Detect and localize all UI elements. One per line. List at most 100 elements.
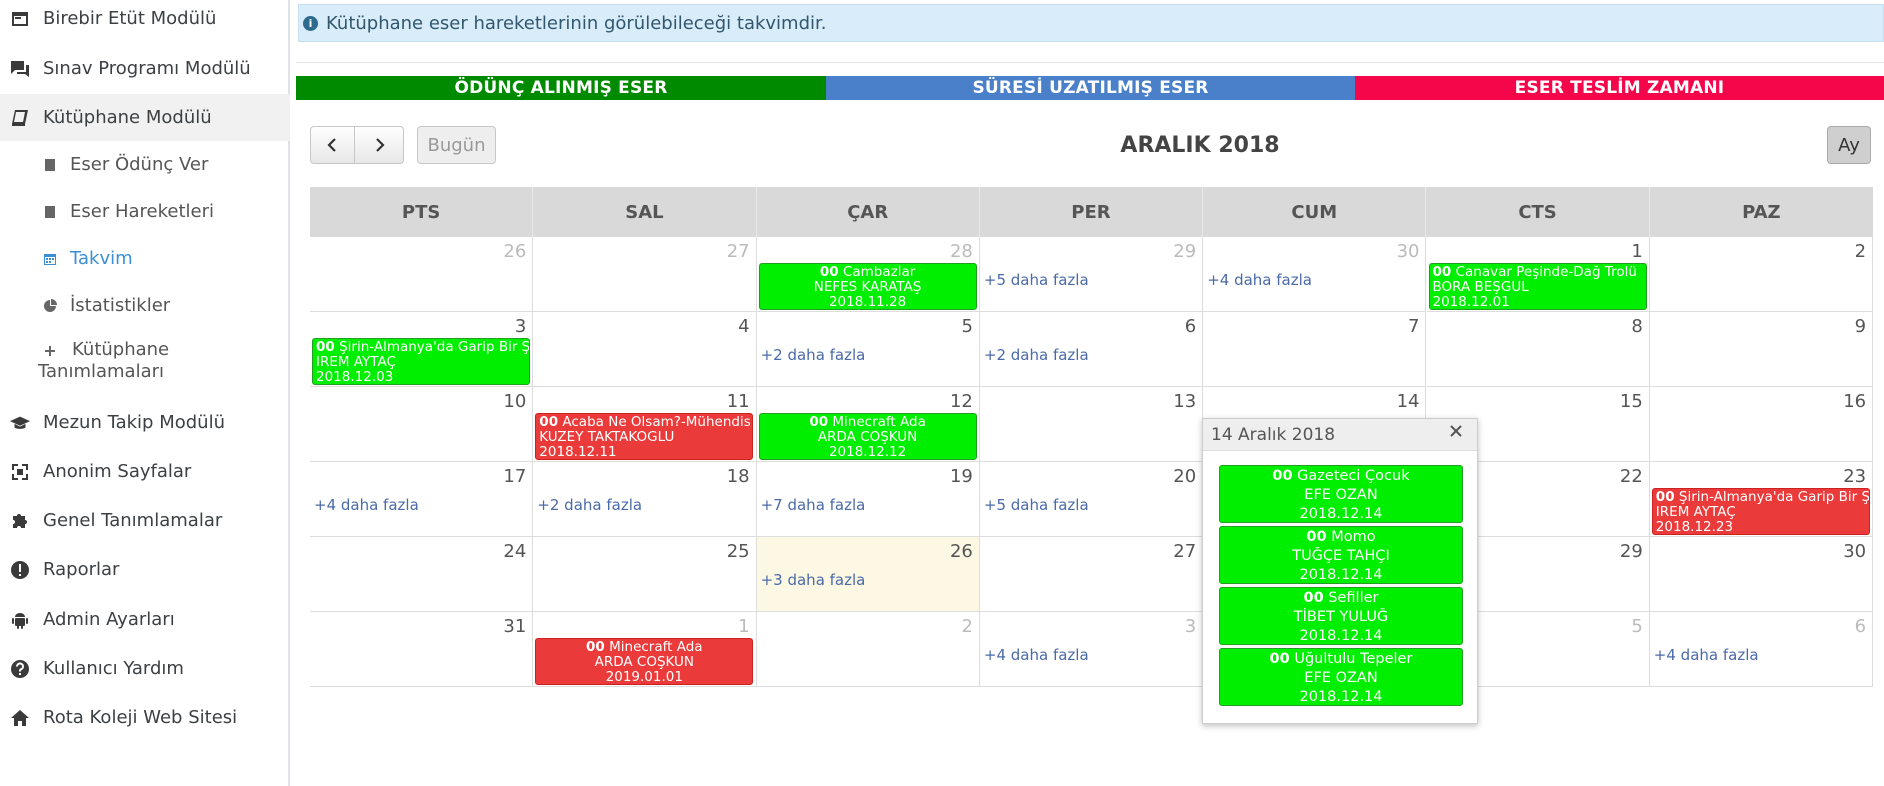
day-cell[interactable]: 8 <box>1426 312 1650 387</box>
day-cell[interactable]: 29 +5 daha fazla <box>979 237 1204 312</box>
day-number[interactable]: 29 <box>1620 541 1643 562</box>
day-number[interactable]: 4 <box>738 316 749 337</box>
day-cell[interactable]: 24 <box>310 537 534 612</box>
more-events-link[interactable]: +5 daha fazla <box>984 271 1089 289</box>
day-number[interactable]: 28 <box>950 241 973 262</box>
nav-kutuphane-tanimlamalari[interactable]: Kütüphane Tanımlamaları <box>0 339 290 395</box>
nav-kullanici-yardim[interactable]: Kullanıcı Yardım <box>0 645 290 692</box>
day-number[interactable]: 29 <box>1173 241 1196 262</box>
day-cell[interactable]: 26 +3 daha fazla <box>756 537 980 612</box>
day-number[interactable]: 24 <box>503 541 526 562</box>
more-events-link[interactable]: +4 daha fazla <box>314 496 419 514</box>
calendar-event[interactable]: 00 Canavar Peşinde-Dağ Trolü BORA BEŞGÜL 2… <box>1428 263 1647 310</box>
day-number[interactable]: 9 <box>1855 316 1866 337</box>
day-number[interactable]: 17 <box>503 466 526 487</box>
day-cell[interactable]: 3 +4 daha fazla <box>979 612 1204 687</box>
day-cell[interactable]: 23 00 Şirin-Almanya'da Garip Bir Şey İREM … <box>1649 462 1874 537</box>
day-cell[interactable]: 30 +4 daha fazla <box>1203 237 1427 312</box>
day-number[interactable]: 18 <box>727 466 750 487</box>
day-number[interactable]: 3 <box>1185 616 1196 637</box>
nav-istatistikler[interactable]: İstatistikler <box>0 282 290 329</box>
day-cell[interactable]: 20 +5 daha fazla <box>979 462 1204 537</box>
day-number[interactable]: 19 <box>950 466 973 487</box>
nav-eser-hareketleri[interactable]: Eser Hareketleri <box>0 188 290 235</box>
day-cell[interactable]: 10 <box>310 387 534 462</box>
nav-web-sitesi[interactable]: Rota Koleji Web Sitesi <box>0 694 290 741</box>
nav-anonim-sayfalar[interactable]: Anonim Sayfalar <box>0 448 290 495</box>
more-events-link[interactable]: +3 daha fazla <box>761 571 866 589</box>
day-number[interactable]: 15 <box>1620 391 1643 412</box>
nav-raporlar[interactable]: Raporlar <box>0 546 290 593</box>
day-number[interactable]: 30 <box>1843 541 1866 562</box>
day-cell[interactable]: 18 +2 daha fazla <box>533 462 757 537</box>
calendar-event[interactable]: 00 Cambazlar NEFES KARATAŞ 2018.11.28 <box>758 263 977 310</box>
day-number[interactable]: 6 <box>1855 616 1866 637</box>
calendar-event[interactable]: 00 Momo TUĞÇE TAHÇI 2018.12.14 <box>1219 526 1463 584</box>
day-number[interactable]: 16 <box>1843 391 1866 412</box>
day-number[interactable]: 5 <box>961 316 972 337</box>
day-number[interactable]: 8 <box>1631 316 1642 337</box>
day-number[interactable]: 1 <box>738 616 749 637</box>
nav-birebir-etut[interactable]: Birebir Etüt Modülü <box>0 0 290 42</box>
calendar-event[interactable]: 00 Acaba Ne Olsam?-Mühendis KUZEY TAKTAKO… <box>535 413 754 460</box>
day-cell[interactable]: 9 <box>1649 312 1874 387</box>
more-events-link[interactable]: +4 daha fazla <box>984 646 1089 664</box>
day-cell[interactable]: 25 <box>533 537 757 612</box>
day-number[interactable]: 3 <box>515 316 526 337</box>
day-number[interactable]: 25 <box>727 541 750 562</box>
day-cell[interactable]: 6 +2 daha fazla <box>979 312 1204 387</box>
day-number[interactable]: 2 <box>1855 241 1866 262</box>
day-cell[interactable]: 4 <box>533 312 757 387</box>
day-cell[interactable]: 27 <box>979 537 1204 612</box>
day-number[interactable]: 26 <box>503 241 526 262</box>
calendar-event[interactable]: 00 Şirin-Almanya'da Garip Bir Şey İREM AY… <box>312 338 530 385</box>
calendar-event[interactable]: 00 Gazeteci Çocuk EFE OZAN 2018.12.14 <box>1219 465 1463 523</box>
day-number[interactable]: 30 <box>1397 241 1420 262</box>
day-number[interactable]: 2 <box>961 616 972 637</box>
more-events-link[interactable]: +2 daha fazla <box>761 346 866 364</box>
day-cell[interactable]: 17 +4 daha fazla <box>310 462 534 537</box>
today-button[interactable]: Bugün <box>417 126 496 164</box>
day-cell[interactable]: 27 <box>533 237 757 312</box>
more-events-link[interactable]: +5 daha fazla <box>984 496 1089 514</box>
day-number[interactable]: 10 <box>503 391 526 412</box>
day-number[interactable]: 20 <box>1173 466 1196 487</box>
popover-close-button[interactable] <box>1449 423 1469 445</box>
day-number[interactable]: 26 <box>950 541 973 562</box>
day-cell[interactable]: 1 00 Minecraft Ada ARDA COŞKUN 2019.01.01 <box>533 612 757 687</box>
day-number[interactable]: 27 <box>1173 541 1196 562</box>
nav-takvim[interactable]: Takvim <box>0 235 290 282</box>
calendar-event[interactable]: 00 Sefiller TİBET YULUĞ 2018.12.14 <box>1219 587 1463 645</box>
nav-eser-odunc-ver[interactable]: Eser Ödünç Ver <box>0 141 290 188</box>
calendar-event[interactable]: 00 Minecraft Ada ARDA COŞKUN 2018.12.12 <box>758 413 977 460</box>
day-number[interactable]: 27 <box>727 241 750 262</box>
day-cell[interactable]: 28 00 Cambazlar NEFES KARATAŞ 2018.11.28 <box>756 237 980 312</box>
day-cell[interactable]: 2 <box>756 612 980 687</box>
more-events-link[interactable]: +2 daha fazla <box>984 346 1089 364</box>
day-cell[interactable]: 16 <box>1649 387 1874 462</box>
more-events-link[interactable]: +7 daha fazla <box>761 496 866 514</box>
calendar-event[interactable]: 00 Minecraft Ada ARDA COŞKUN 2019.01.01 <box>535 638 754 685</box>
nav-mezun-takip[interactable]: Mezun Takip Modülü <box>0 399 290 446</box>
day-number[interactable]: 22 <box>1620 466 1643 487</box>
day-cell[interactable]: 2 <box>1649 237 1874 312</box>
day-cell[interactable]: 31 <box>310 612 534 687</box>
day-number[interactable]: 13 <box>1173 391 1196 412</box>
day-cell[interactable]: 30 <box>1649 537 1874 612</box>
day-number[interactable]: 1 <box>1631 241 1642 262</box>
nav-genel-tanimlamalar[interactable]: Genel Tanımlamalar <box>0 497 290 544</box>
day-cell[interactable]: 5 +2 daha fazla <box>756 312 980 387</box>
calendar-event[interactable]: 00 Uğultulu Tepeler EFE OZAN 2018.12.14 <box>1219 648 1463 706</box>
more-events-link[interactable]: +4 daha fazla <box>1654 646 1759 664</box>
day-cell[interactable]: 1 00 Canavar Peşinde-Dağ Trolü BORA BEŞGÜL… <box>1426 237 1650 312</box>
prev-button[interactable] <box>310 126 355 164</box>
day-number[interactable]: 11 <box>727 391 750 412</box>
day-number[interactable]: 14 <box>1397 391 1420 412</box>
day-cell[interactable]: 13 <box>979 387 1204 462</box>
day-cell[interactable]: 26 <box>310 237 534 312</box>
day-number[interactable]: 23 <box>1843 466 1866 487</box>
month-view-button[interactable]: Ay <box>1827 126 1871 164</box>
more-events-link[interactable]: +2 daha fazla <box>537 496 642 514</box>
day-number[interactable]: 31 <box>503 616 526 637</box>
day-cell[interactable]: 3 00 Şirin-Almanya'da Garip Bir Şey İREM A… <box>310 312 534 387</box>
